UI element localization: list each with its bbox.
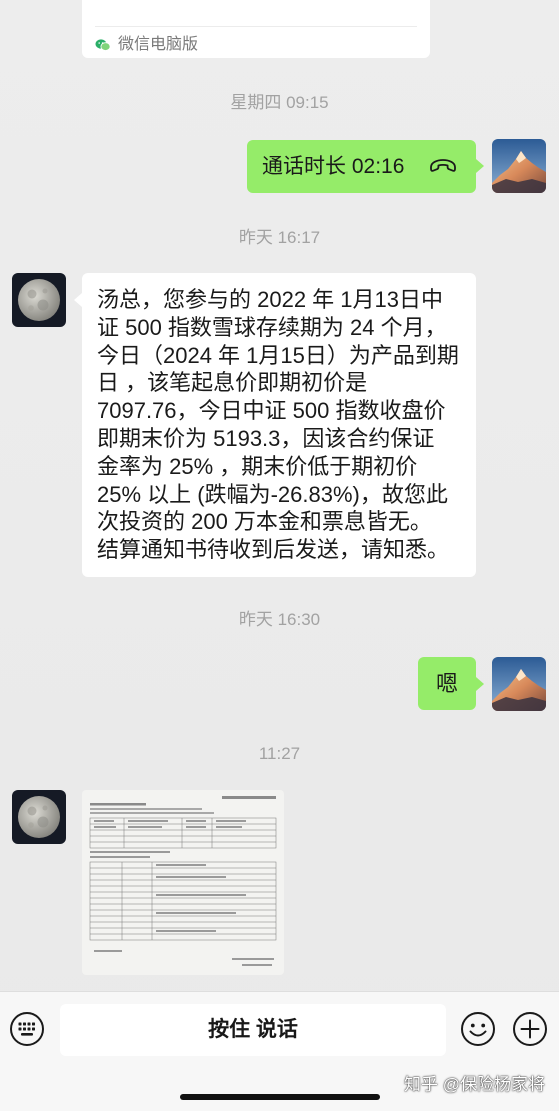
contact-avatar[interactable] (12, 273, 66, 327)
self-avatar[interactable] (492, 657, 546, 711)
message-line: 25% 以上 (跌幅为-26.83%)，故您此 (97, 481, 448, 507)
timestamp: 昨天 16:17 (238, 228, 321, 247)
emoji-icon[interactable] (460, 1011, 496, 1047)
settlement-notice-document-image[interactable] (82, 790, 284, 975)
reply-text: 嗯 (435, 671, 458, 696)
reply-message-bubble[interactable]: 嗯 (418, 657, 476, 710)
bubble-tail (74, 293, 82, 307)
keyboard-icon[interactable] (9, 1011, 45, 1047)
timestamp: 11:27 (258, 744, 301, 763)
watermark-text: 知乎 @保险杨家将 (404, 1075, 545, 1094)
message-line: 结算通知书待收到后发送，请知悉。 (97, 537, 450, 563)
message-line: 次投资的 200 万本金和票息皆无。 (97, 509, 432, 535)
file-message-card[interactable]: 微信电脑版 (82, 0, 430, 58)
message-line: 汤总，您参与的 2022 年 1月13日中 (97, 287, 443, 312)
timestamp: 星期四 09:15 (230, 93, 329, 112)
call-record-bubble[interactable]: 通话时长 02:16 (247, 140, 476, 193)
message-line: 日 ，该笔起息价即期初价是 (97, 370, 368, 396)
card-source-label: 微信电脑版 (118, 36, 199, 53)
timestamp: 昨天 16:30 (238, 610, 321, 629)
bubble-tail (476, 677, 484, 691)
message-body: 汤总，您参与的 2022 年 1月13日中 证 500 指数雪球存续期为 24 … (97, 286, 459, 564)
call-duration-text: 通话时长 02:16 (262, 155, 405, 178)
phone-hangup-icon (429, 158, 457, 174)
hold-to-talk-button[interactable]: 按住 说话 (60, 1004, 446, 1056)
chat-screen: 微信电脑版 星期四 09:15 通话时长 02:16 昨天 16:17 汤总，您… (0, 0, 559, 1111)
contact-avatar[interactable] (12, 790, 66, 844)
card-divider (95, 26, 417, 27)
self-avatar[interactable] (492, 139, 546, 193)
message-line: 证 500 指数雪球存续期为 24 个月， (97, 314, 447, 340)
message-line: 7097.76，今日中证 500 指数收盘价 (97, 398, 446, 424)
plus-circle-icon[interactable] (512, 1011, 548, 1047)
message-line: 今日（2024 年 1月15日）为产品到期 (97, 342, 459, 368)
wechat-icon (95, 38, 111, 52)
home-indicator (180, 1094, 380, 1100)
message-line: 金率为 25% ，期末价低于期初价 (97, 453, 418, 479)
bubble-tail (476, 159, 484, 173)
contact-message-bubble[interactable]: 汤总，您参与的 2022 年 1月13日中 证 500 指数雪球存续期为 24 … (82, 273, 476, 577)
message-line: 即期末价为 5193.3，因该合约保证 (97, 425, 435, 451)
